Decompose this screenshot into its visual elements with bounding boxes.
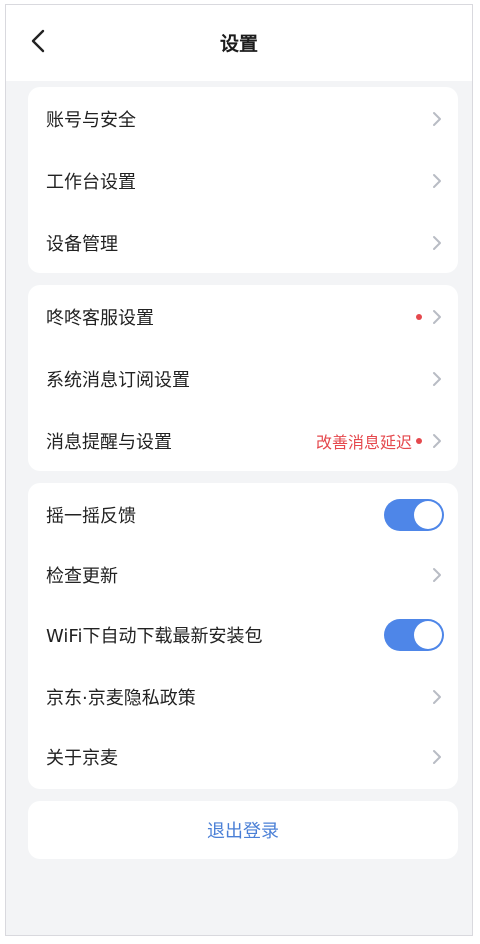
red-dot-badge	[416, 438, 422, 444]
settings-group-messages: 咚咚客服设置 系统消息订阅设置 消息提醒与设置 改善消息延迟	[28, 285, 458, 471]
settings-item-shake-feedback: 摇一摇反馈	[28, 485, 458, 545]
logout-card: 退出登录	[28, 801, 458, 859]
settings-item-label: 账号与安全	[46, 110, 136, 131]
settings-item-dongdong-service[interactable]: 咚咚客服设置	[28, 287, 458, 347]
settings-item-label: 设备管理	[46, 234, 118, 255]
shake-feedback-toggle[interactable]	[384, 499, 444, 531]
settings-group-general: 摇一摇反馈 检查更新 WiFi下自动下载最新安装包 京东·京麦隐私政策 关于京麦	[28, 483, 458, 789]
chevron-right-icon	[433, 750, 441, 764]
settings-item-label: 关于京麦	[46, 748, 118, 769]
chevron-right-icon	[433, 236, 441, 250]
logout-button[interactable]: 退出登录	[28, 801, 458, 859]
settings-item-device-management[interactable]: 设备管理	[28, 213, 458, 273]
settings-item-message-reminder[interactable]: 消息提醒与设置 改善消息延迟	[28, 411, 458, 471]
settings-item-account-security[interactable]: 账号与安全	[28, 89, 458, 149]
settings-item-label: 工作台设置	[46, 172, 136, 193]
settings-item-label: 摇一摇反馈	[46, 506, 136, 527]
settings-item-about[interactable]: 关于京麦	[28, 727, 458, 787]
chevron-right-icon	[433, 112, 441, 126]
chevron-right-icon	[433, 174, 441, 188]
red-dot-badge	[416, 314, 422, 320]
wifi-auto-download-toggle[interactable]	[384, 619, 444, 651]
settings-item-system-message-subscription[interactable]: 系统消息订阅设置	[28, 349, 458, 409]
settings-item-label: 系统消息订阅设置	[46, 370, 190, 391]
chevron-right-icon	[433, 372, 441, 386]
toggle-knob	[414, 501, 442, 529]
settings-item-check-update[interactable]: 检查更新	[28, 545, 458, 605]
settings-screen: 设置 账号与安全 工作台设置 设备管理 咚咚客服设置 系统消息订阅设置 消息提醒…	[5, 4, 473, 936]
settings-group-account: 账号与安全 工作台设置 设备管理	[28, 87, 458, 273]
chevron-right-icon	[433, 690, 441, 704]
settings-item-wifi-auto-download: WiFi下自动下载最新安装包	[28, 605, 458, 665]
chevron-right-icon	[433, 434, 441, 448]
settings-item-label: 咚咚客服设置	[46, 308, 154, 329]
chevron-right-icon	[433, 568, 441, 582]
settings-item-workbench[interactable]: 工作台设置	[28, 151, 458, 211]
settings-item-label: 检查更新	[46, 566, 118, 587]
settings-item-privacy-policy[interactable]: 京东·京麦隐私政策	[28, 667, 458, 727]
settings-item-label: 京东·京麦隐私政策	[46, 688, 196, 709]
chevron-right-icon	[433, 310, 441, 324]
page-title: 设置	[219, 33, 258, 55]
settings-item-label: 消息提醒与设置	[46, 432, 172, 453]
message-delay-hint: 改善消息延迟	[315, 433, 412, 452]
nav-bar: 设置	[6, 5, 472, 81]
toggle-knob	[414, 621, 442, 649]
settings-item-label: WiFi下自动下载最新安装包	[46, 626, 263, 647]
